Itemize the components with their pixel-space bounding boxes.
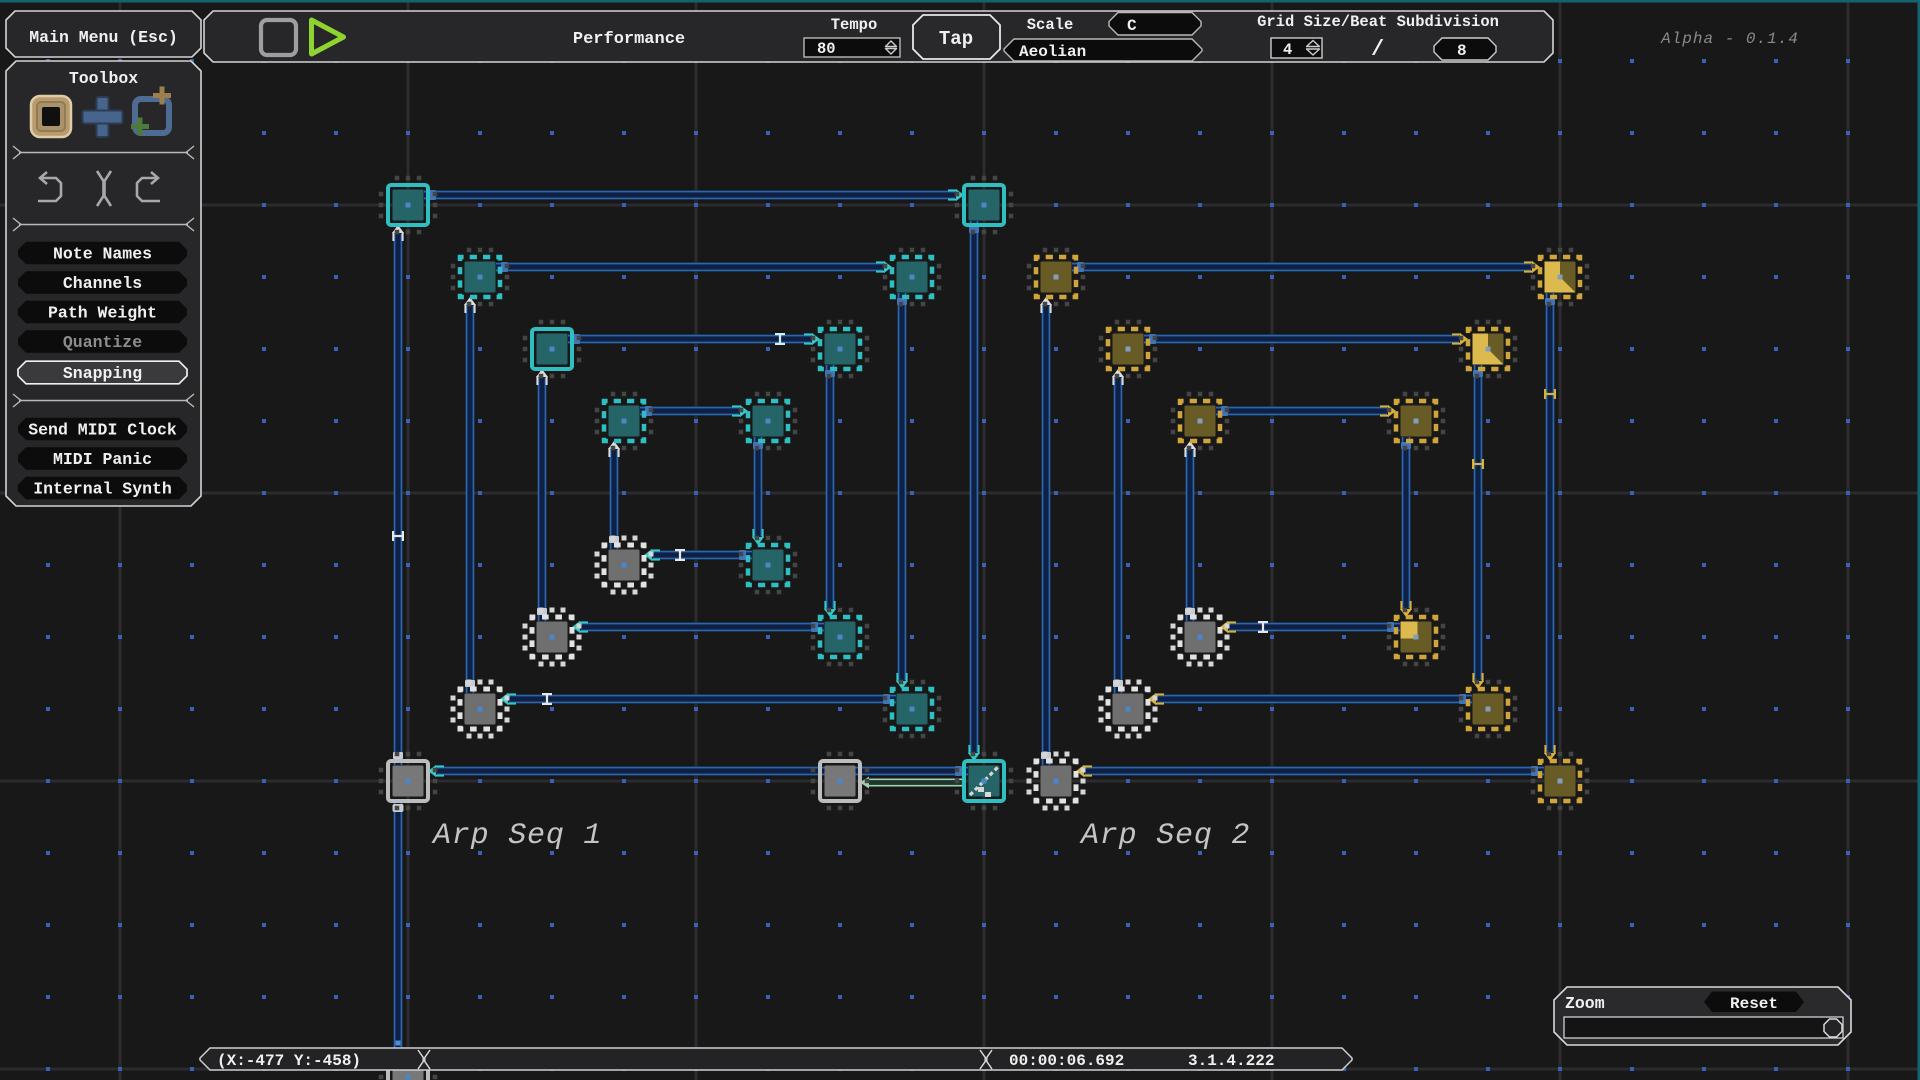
svg-text:Reset: Reset bbox=[1730, 995, 1778, 1013]
svg-text:Grid Size/Beat Subdivision: Grid Size/Beat Subdivision bbox=[1257, 13, 1499, 31]
svg-text:Zoom: Zoom bbox=[1565, 994, 1605, 1013]
svg-text:8: 8 bbox=[1457, 42, 1467, 60]
svg-text:Note Names: Note Names bbox=[53, 245, 152, 264]
svg-text:Internal Synth: Internal Synth bbox=[33, 480, 172, 499]
svg-text:Scale: Scale bbox=[1027, 16, 1074, 34]
svg-text:Main Menu (Esc): Main Menu (Esc) bbox=[29, 28, 178, 47]
svg-text:Send MIDI Clock: Send MIDI Clock bbox=[28, 421, 177, 440]
svg-text:Quantize: Quantize bbox=[63, 333, 142, 352]
svg-text:C: C bbox=[1127, 17, 1137, 35]
svg-text:MIDI Panic: MIDI Panic bbox=[53, 450, 152, 469]
svg-text:/: / bbox=[1371, 37, 1384, 62]
svg-text:00:00:06.692: 00:00:06.692 bbox=[1009, 1052, 1124, 1070]
svg-text:Arp Seq 2: Arp Seq 2 bbox=[1079, 819, 1250, 853]
svg-text:Toolbox: Toolbox bbox=[69, 69, 138, 88]
svg-text:Performance: Performance bbox=[573, 30, 685, 49]
svg-text:Tempo: Tempo bbox=[831, 16, 878, 34]
svg-text:Tap: Tap bbox=[939, 28, 973, 50]
svg-text:Path Weight: Path Weight bbox=[48, 304, 157, 323]
svg-text:Snapping: Snapping bbox=[63, 364, 142, 383]
svg-text:Aeolian: Aeolian bbox=[1019, 43, 1086, 61]
svg-text:3.1.4.222: 3.1.4.222 bbox=[1188, 1052, 1274, 1070]
svg-text:Alpha - 0.1.4: Alpha - 0.1.4 bbox=[1660, 30, 1799, 48]
svg-text:(X:-477 Y:-458): (X:-477 Y:-458) bbox=[217, 1052, 361, 1070]
svg-text:80: 80 bbox=[817, 40, 836, 58]
svg-text:Arp Seq 1: Arp Seq 1 bbox=[431, 819, 602, 853]
svg-text:Channels: Channels bbox=[63, 274, 142, 293]
svg-text:4: 4 bbox=[1283, 41, 1292, 59]
